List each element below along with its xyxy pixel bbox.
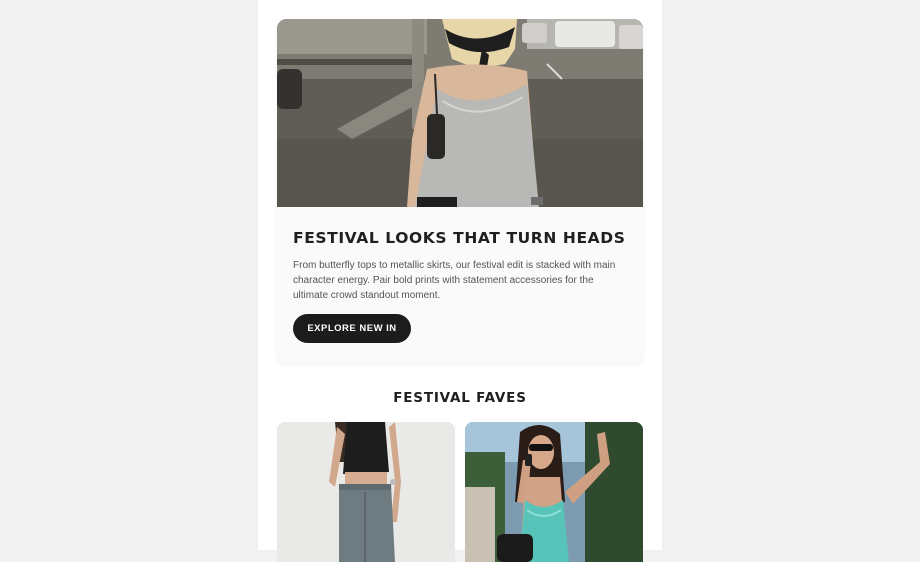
- explore-new-in-button[interactable]: EXPLORE NEW IN: [293, 314, 411, 343]
- hero-image[interactable]: [277, 19, 643, 207]
- hero-card: FESTIVAL LOOKS THAT TURN HEADS From butt…: [277, 19, 643, 363]
- hero-headline: FESTIVAL LOOKS THAT TURN HEADS: [293, 229, 626, 247]
- email-container: FESTIVAL LOOKS THAT TURN HEADS From butt…: [258, 0, 662, 562]
- product-card-1[interactable]: [277, 422, 455, 562]
- product-card-2[interactable]: [465, 422, 643, 562]
- hero-body-text: From butterfly tops to metallic skirts, …: [293, 260, 616, 301]
- festival-faves-title: FESTIVAL FAVES: [393, 390, 527, 406]
- product-image-1[interactable]: [277, 422, 455, 562]
- product-image-2[interactable]: [465, 422, 643, 562]
